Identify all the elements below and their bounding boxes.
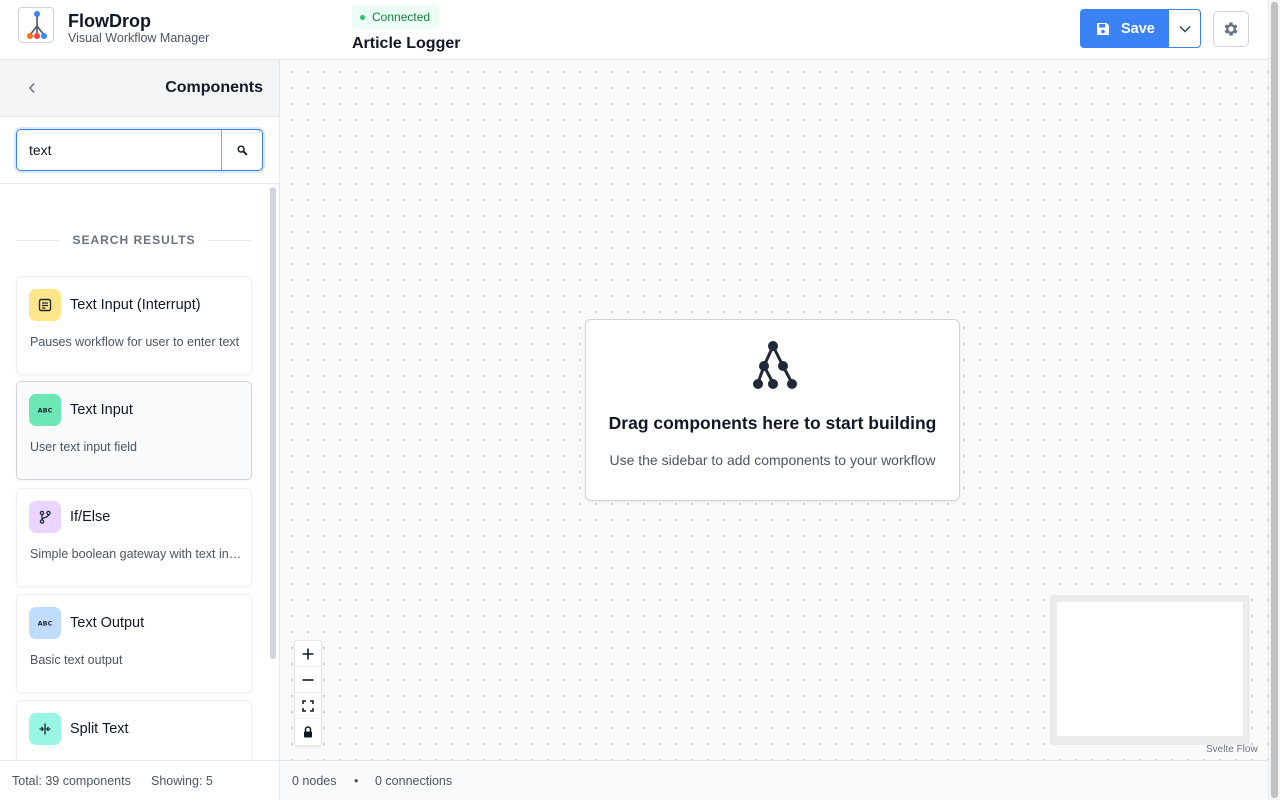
svg-text:ABC: ABC bbox=[38, 407, 53, 415]
status-text: Connected bbox=[372, 10, 431, 24]
gear-icon bbox=[1224, 22, 1238, 36]
component-title: Text Input (Interrupt) bbox=[70, 297, 201, 313]
component-description: Simple boolean gateway with text input bbox=[30, 547, 242, 561]
workflow-logo-icon bbox=[18, 7, 54, 43]
divider bbox=[0, 183, 279, 184]
collapse-sidebar-button[interactable] bbox=[22, 78, 42, 98]
component-card-if-else[interactable]: If/Else Simple boolean gateway with text… bbox=[16, 488, 252, 587]
save-options-dropdown[interactable] bbox=[1169, 9, 1201, 48]
canvas-status-bar: 0 nodes • 0 connections bbox=[280, 760, 1268, 800]
divider bbox=[16, 239, 61, 241]
lock-toggle-button[interactable] bbox=[295, 719, 321, 745]
chevron-left-icon bbox=[28, 83, 35, 93]
search-results-label: SEARCH RESULTS bbox=[72, 233, 196, 247]
plus-icon bbox=[302, 648, 314, 659]
sidebar-title: Components bbox=[165, 79, 263, 96]
component-title: Text Input bbox=[70, 402, 133, 418]
abc-icon: ABC bbox=[29, 607, 61, 639]
save-button-label: Save bbox=[1121, 20, 1155, 37]
search-icon bbox=[236, 144, 248, 156]
form-icon bbox=[29, 289, 61, 321]
app-header: FlowDrop Visual Workflow Manager Connect… bbox=[0, 0, 1268, 60]
workflow-title: Article Logger bbox=[352, 35, 461, 52]
sidebar-scrollbar[interactable] bbox=[270, 187, 276, 659]
component-card-text-input-interrupt[interactable]: Text Input (Interrupt) Pauses workflow f… bbox=[16, 276, 252, 375]
zoom-controls bbox=[294, 640, 322, 746]
app-subtitle: Visual Workflow Manager bbox=[68, 31, 210, 45]
search-results-header: SEARCH RESULTS bbox=[16, 233, 252, 247]
page-scrollbar-thumb[interactable] bbox=[1271, 2, 1278, 798]
sidebar-footer: Total: 39 components Showing: 5 bbox=[0, 760, 279, 800]
app-title: FlowDrop bbox=[68, 11, 151, 31]
component-description: Basic text output bbox=[30, 653, 123, 667]
save-button-group: Save bbox=[1080, 9, 1201, 48]
zoom-in-button[interactable] bbox=[295, 641, 321, 667]
chevron-down-icon bbox=[1178, 25, 1191, 33]
component-title: Text Output bbox=[70, 615, 145, 631]
separator: • bbox=[354, 774, 359, 788]
component-card-text-output[interactable]: ABC Text Output Basic text output bbox=[16, 594, 252, 693]
lock-icon bbox=[304, 726, 312, 738]
total-components-count: Total: 39 components bbox=[12, 774, 131, 788]
fit-view-button[interactable] bbox=[295, 693, 321, 719]
fit-view-icon bbox=[302, 699, 314, 712]
component-description: Pauses workflow for user to enter text bbox=[30, 335, 240, 349]
minimap-viewport bbox=[1057, 602, 1243, 736]
component-card-split-text[interactable]: Split Text bbox=[16, 700, 252, 760]
component-card-text-input[interactable]: ABC Text Input User text input field bbox=[16, 381, 252, 480]
sidebar-header: Components bbox=[0, 60, 279, 117]
search-button[interactable] bbox=[221, 130, 262, 170]
save-button[interactable]: Save bbox=[1080, 9, 1169, 48]
floppy-disk-icon bbox=[1097, 22, 1109, 35]
settings-button[interactable] bbox=[1213, 11, 1249, 47]
empty-state-title: Drag components here to start building bbox=[608, 413, 937, 433]
svg-text:ABC: ABC bbox=[38, 620, 53, 628]
component-title: Split Text bbox=[70, 721, 129, 737]
search-box bbox=[16, 129, 263, 171]
component-description: User text input field bbox=[30, 440, 137, 454]
minus-icon bbox=[302, 678, 314, 681]
page-scrollbar[interactable] bbox=[1268, 0, 1280, 800]
branch-icon bbox=[29, 501, 61, 533]
empty-state-card: Drag components here to start building U… bbox=[585, 319, 960, 501]
components-sidebar: Components SEARCH RESULTS Text Input (In… bbox=[0, 60, 280, 800]
connection-status-badge: Connected bbox=[352, 5, 440, 29]
component-title: If/Else bbox=[70, 509, 111, 525]
zoom-out-button[interactable] bbox=[295, 667, 321, 693]
node-count: 0 nodes bbox=[292, 774, 337, 788]
connection-count: 0 connections bbox=[375, 774, 453, 788]
divider bbox=[207, 239, 252, 241]
workflow-tree-icon bbox=[753, 341, 797, 389]
status-dot-icon bbox=[360, 15, 365, 20]
attribution-link[interactable]: Svelte Flow bbox=[1206, 744, 1258, 755]
split-icon bbox=[29, 713, 61, 745]
abc-icon: ABC bbox=[29, 394, 61, 426]
empty-state-subtitle: Use the sidebar to add components to you… bbox=[609, 452, 936, 468]
showing-count: Showing: 5 bbox=[151, 774, 213, 788]
workflow-canvas[interactable]: Drag components here to start building U… bbox=[280, 60, 1268, 760]
search-input[interactable] bbox=[17, 130, 221, 170]
minimap[interactable] bbox=[1050, 595, 1250, 745]
